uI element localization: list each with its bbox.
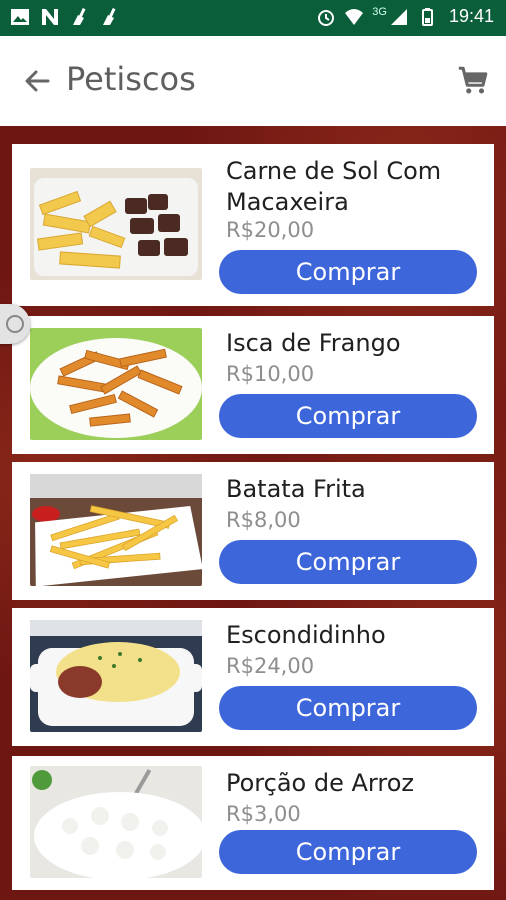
product-name: Carne de Sol Com Macaxeira <box>226 156 441 218</box>
shutter-icon <box>6 315 24 333</box>
signal-icon <box>390 8 407 25</box>
app-bar: Petiscos <box>0 36 506 126</box>
product-card: Porção de Arroz R$3,00 Comprar <box>12 756 494 890</box>
network-type: 3G <box>372 6 387 18</box>
page-title: Petiscos <box>66 60 196 98</box>
n-app-icon <box>42 9 58 25</box>
product-card: Isca de Frango R$10,00 Comprar <box>12 316 494 454</box>
buy-button[interactable]: Comprar <box>219 394 477 438</box>
cleaner-icon-2 <box>103 7 116 25</box>
product-card: Carne de Sol Com Macaxeira R$20,00 Compr… <box>12 144 494 306</box>
product-price: R$20,00 <box>226 218 315 242</box>
product-price: R$24,00 <box>226 654 315 678</box>
product-name: Porção de Arroz <box>226 769 414 797</box>
product-card: Batata Frita R$8,00 Comprar <box>12 462 494 600</box>
buy-button[interactable]: Comprar <box>219 830 477 874</box>
alarm-icon <box>318 9 335 26</box>
product-image-carne-de-sol <box>30 168 202 280</box>
buy-button[interactable]: Comprar <box>219 250 477 294</box>
product-card: Escondidinho R$24,00 Comprar <box>12 608 494 746</box>
wifi-icon <box>345 8 364 25</box>
product-image-batata-frita <box>30 474 202 586</box>
image-icon <box>11 9 29 25</box>
product-name: Escondidinho <box>226 621 386 649</box>
battery-icon <box>421 7 433 26</box>
clock: 19:41 <box>448 6 494 26</box>
product-name-line2: Macaxeira <box>226 188 349 216</box>
product-name: Isca de Frango <box>226 329 401 357</box>
product-price: R$10,00 <box>226 362 315 386</box>
product-image-isca-de-frango <box>30 328 202 440</box>
product-price: R$3,00 <box>226 802 301 826</box>
product-price: R$8,00 <box>226 508 301 532</box>
product-image-escondidinho <box>30 620 202 732</box>
product-list: Carne de Sol Com Macaxeira R$20,00 Compr… <box>0 126 506 900</box>
back-arrow-icon[interactable] <box>22 66 52 96</box>
product-image-porcao-de-arroz <box>30 766 202 878</box>
buy-button[interactable]: Comprar <box>219 686 477 730</box>
status-bar: 3G 19:41 <box>0 0 506 36</box>
product-name: Batata Frita <box>226 475 366 503</box>
cleaner-icon <box>73 7 86 25</box>
buy-button[interactable]: Comprar <box>219 540 477 584</box>
product-name-line1: Carne de Sol Com <box>226 157 442 185</box>
shopping-cart-icon[interactable] <box>456 64 490 98</box>
